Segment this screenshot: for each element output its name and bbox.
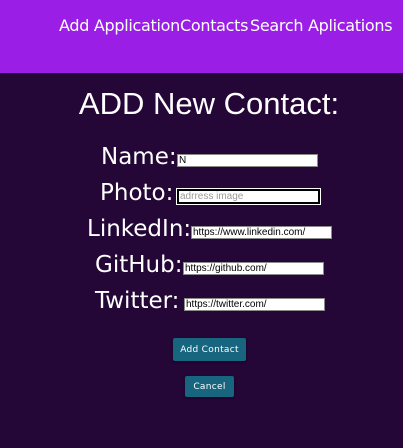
twitter-input[interactable] bbox=[184, 298, 325, 311]
photo-label: Photo: bbox=[100, 180, 174, 206]
twitter-label: Twitter: bbox=[95, 288, 180, 314]
photo-row: Photo: bbox=[0, 178, 403, 208]
linkedin-input[interactable] bbox=[191, 226, 332, 239]
add-contact-button[interactable]: Add Contact bbox=[173, 338, 246, 361]
name-input[interactable] bbox=[177, 154, 318, 167]
github-row: GitHub: bbox=[0, 250, 403, 280]
github-input[interactable] bbox=[183, 262, 324, 275]
nav-link-add-application[interactable]: Add Application bbox=[59, 16, 180, 35]
navbar: Add Application Contacts Search Aplicati… bbox=[0, 0, 403, 73]
nav-link-contacts[interactable]: Contacts bbox=[180, 16, 248, 35]
nav-link-search-applications[interactable]: Search Aplications bbox=[250, 16, 393, 35]
linkedin-row: LinkedIn: bbox=[0, 214, 403, 244]
photo-input[interactable] bbox=[177, 189, 320, 204]
github-label: GitHub: bbox=[95, 252, 183, 278]
twitter-row: Twitter: bbox=[0, 286, 403, 316]
cancel-button[interactable]: Cancel bbox=[185, 376, 234, 397]
linkedin-label: LinkedIn: bbox=[87, 216, 192, 242]
name-label: Name: bbox=[101, 144, 177, 170]
page-title: ADD New Contact: bbox=[78, 86, 340, 121]
name-row: Name: bbox=[0, 142, 403, 172]
